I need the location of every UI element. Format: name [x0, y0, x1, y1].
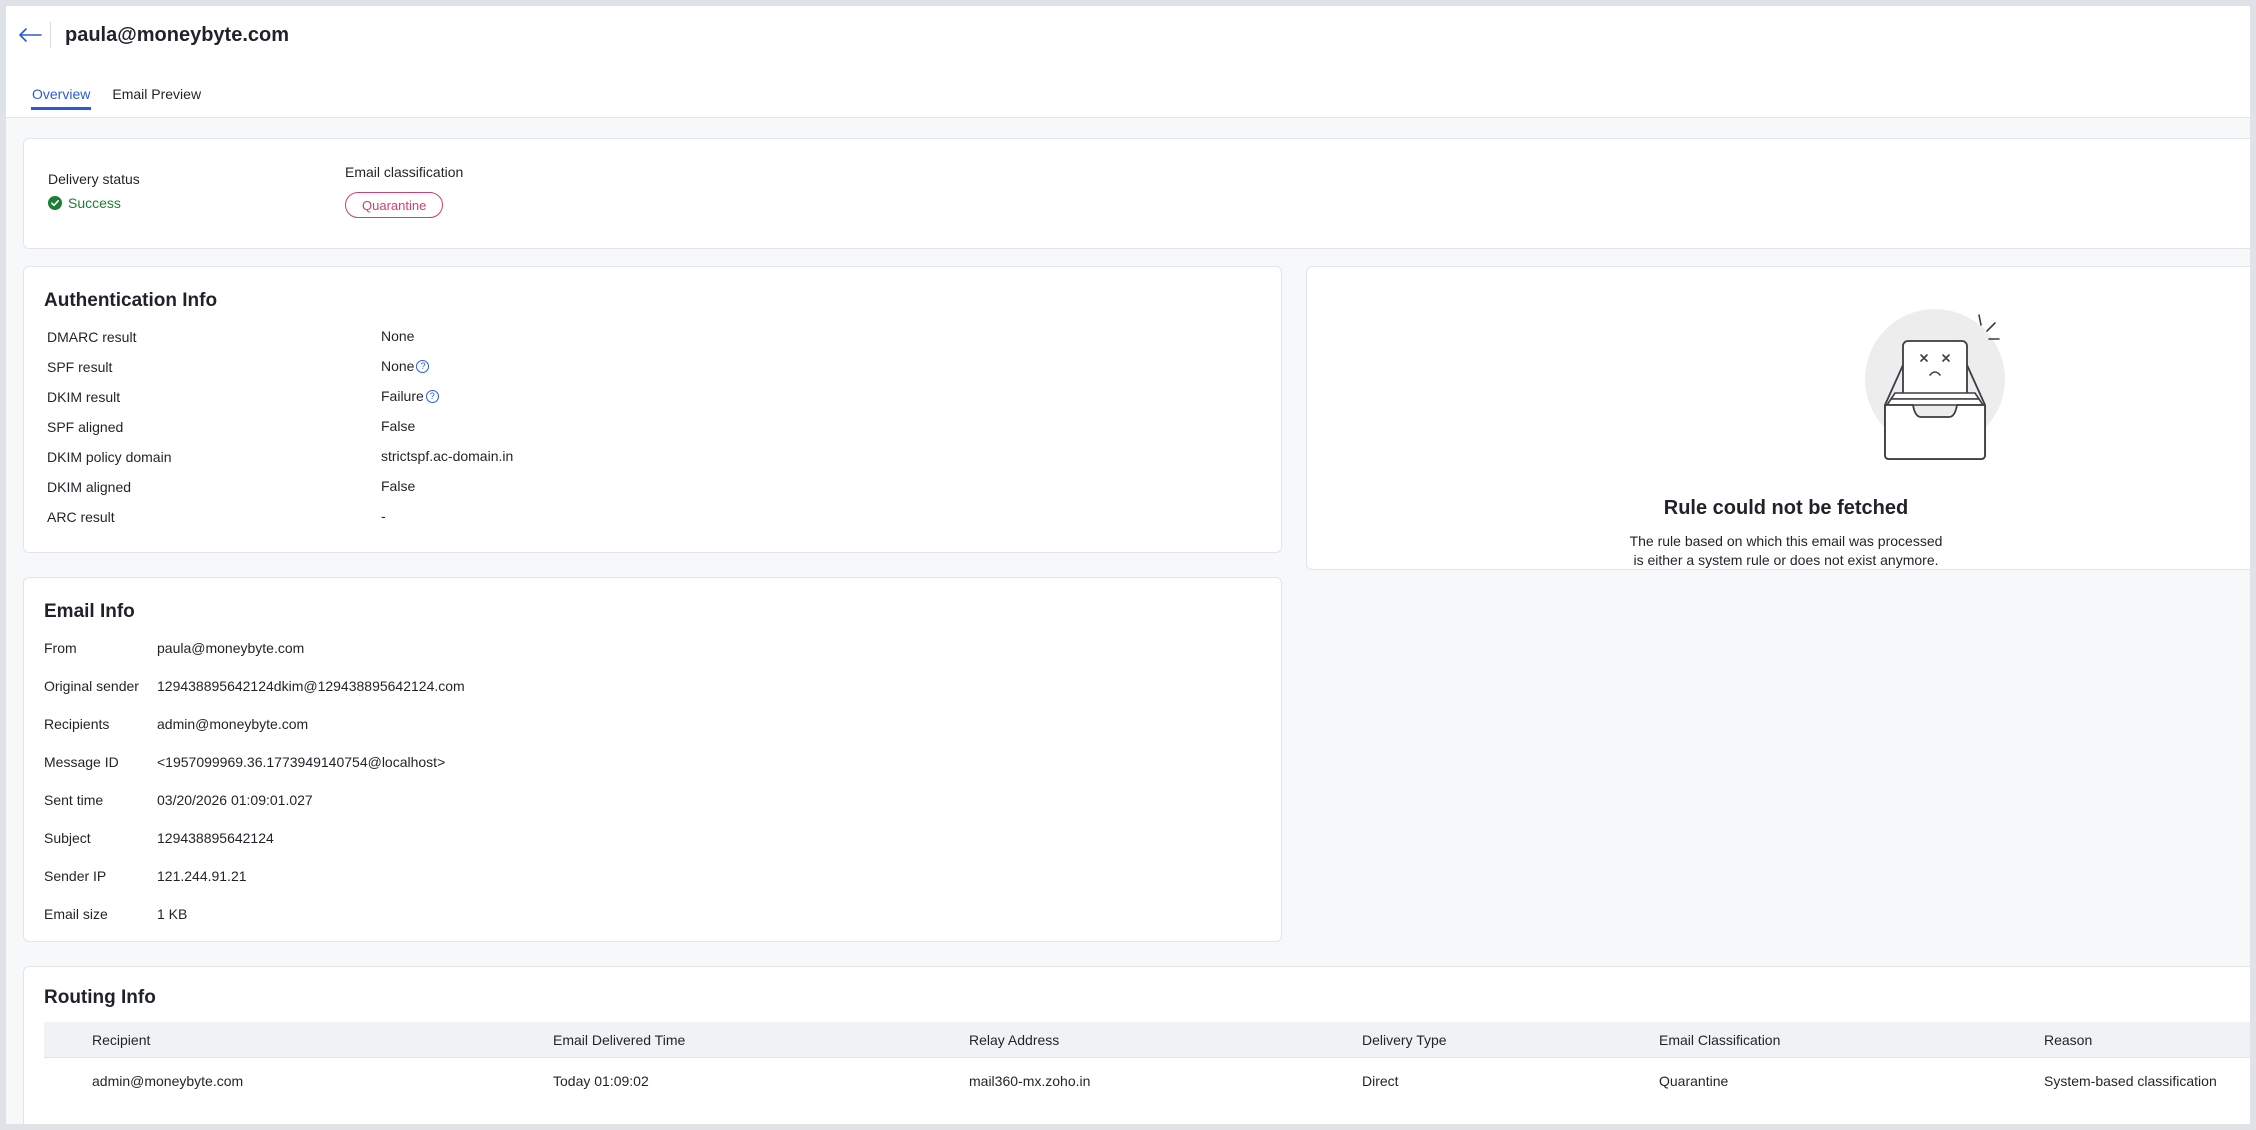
- delivery-status-text: Success: [68, 195, 121, 211]
- email-info-title: Email Info: [44, 601, 135, 622]
- auth-key: SPF result: [47, 359, 113, 375]
- email-key: From: [44, 640, 77, 656]
- empty-inbox-illustration: [1865, 309, 2005, 460]
- auth-key: DKIM result: [47, 389, 121, 405]
- column-header-delivery-type[interactable]: Delivery Type: [1362, 1032, 1447, 1048]
- routing-title: Routing Info: [44, 987, 156, 1008]
- tab-email-preview[interactable]: Email Preview: [111, 86, 202, 110]
- auth-value-text: strictspf.ac-domain.in: [381, 448, 514, 464]
- page-title: paula@moneybyte.com: [65, 24, 290, 46]
- auth-value: None?: [381, 358, 430, 374]
- email-key: Message ID: [44, 754, 119, 770]
- empty-state-line-2: is either a system rule or does not exis…: [1633, 552, 1939, 568]
- email-key: Original sender: [44, 678, 139, 694]
- auth-key: DKIM aligned: [47, 479, 132, 495]
- email-info-card: Email Info From paula@moneybyte.com Orig…: [23, 577, 1282, 942]
- auth-value-text: None: [381, 358, 415, 374]
- empty-state-line-1: The rule based on which this email was p…: [1629, 533, 1943, 549]
- title-divider: [50, 22, 51, 48]
- rule-card: Rule could not be fetched The rule based…: [1306, 266, 2250, 570]
- auth-value: strictspf.ac-domain.in: [381, 448, 513, 464]
- auth-key: DKIM policy domain: [47, 449, 172, 465]
- cell-delivered-time: Today 01:09:02: [553, 1073, 649, 1089]
- column-header-email-classification[interactable]: Email Classification: [1659, 1032, 1780, 1048]
- help-icon[interactable]: ?: [425, 389, 439, 403]
- tab-overview[interactable]: Overview: [31, 86, 92, 110]
- cell-delivery-type: Direct: [1362, 1073, 1399, 1089]
- column-header-reason[interactable]: Reason: [2044, 1032, 2092, 1048]
- email-key: Subject: [44, 830, 91, 846]
- cell-relay-address: mail360-mx.zoho.in: [969, 1073, 1091, 1089]
- empty-state-title: Rule could not be fetched: [1663, 497, 1909, 519]
- cell-recipient: admin@moneybyte.com: [92, 1073, 244, 1089]
- email-value: admin@moneybyte.com: [157, 716, 309, 732]
- auth-value: Failure?: [381, 388, 439, 404]
- auth-value: -: [381, 508, 386, 524]
- email-key: Sent time: [44, 792, 104, 808]
- check-circle-icon: [48, 196, 62, 210]
- auth-value: False: [381, 478, 415, 494]
- email-value: 129438895642124dkim@129438895642124.com: [157, 678, 465, 694]
- auth-value-text: -: [381, 508, 386, 524]
- auth-value-text: False: [381, 418, 416, 434]
- auth-value: None: [381, 328, 414, 344]
- authentication-card: Authentication Info DMARC result None SP…: [23, 266, 1282, 553]
- email-classification-label: Email classification: [345, 164, 464, 180]
- help-icon[interactable]: ?: [416, 359, 430, 373]
- routing-card: Routing Info Recipient Email Delivered T…: [23, 966, 2250, 1124]
- empty-state-description: The rule based on which this email was p…: [1307, 532, 2250, 570]
- email-value: 1 KB: [157, 906, 188, 922]
- email-key: Recipients: [44, 716, 110, 732]
- delivery-status-label: Delivery status: [48, 171, 140, 187]
- auth-value-text: False: [381, 478, 416, 494]
- email-key: Sender IP: [44, 868, 107, 884]
- email-value: <1957099969.36.1773949140754@localhost>: [157, 754, 446, 770]
- authentication-title: Authentication Info: [44, 290, 218, 311]
- email-key: Email size: [44, 906, 108, 922]
- header: paula@moneybyte.com Overview Email Previ…: [6, 6, 2250, 118]
- auth-key: DMARC result: [47, 329, 137, 345]
- auth-value-text: None: [381, 328, 415, 344]
- cell-email-classification: Quarantine: [1659, 1073, 1729, 1089]
- back-button[interactable]: [16, 22, 44, 48]
- routing-table-header: Recipient Email Delivered Time Relay Add…: [44, 1022, 2250, 1058]
- classification-badge: Quarantine: [345, 192, 444, 218]
- email-value: 129438895642124: [157, 830, 274, 846]
- tab-bar: Overview Email Preview: [31, 86, 202, 110]
- delivery-card: Delivery status Success Email classifica…: [23, 138, 2250, 249]
- column-header-recipient[interactable]: Recipient: [92, 1032, 150, 1048]
- app-window: paula@moneybyte.com Overview Email Previ…: [6, 6, 2250, 1124]
- email-value: 03/20/2026 01:09:01.027: [157, 792, 313, 808]
- auth-key: ARC result: [47, 509, 115, 525]
- auth-value-text: Failure: [381, 388, 424, 404]
- email-value: 121.244.91.21: [157, 868, 247, 884]
- arrow-left-icon: [19, 28, 42, 42]
- delivery-status-value: Success: [48, 195, 121, 211]
- auth-value: False: [381, 418, 415, 434]
- cell-reason: System-based classification: [2044, 1073, 2217, 1089]
- auth-key: SPF aligned: [47, 419, 124, 435]
- column-header-delivered-time[interactable]: Email Delivered Time: [553, 1032, 685, 1048]
- email-value: paula@moneybyte.com: [157, 640, 305, 656]
- column-header-relay-address[interactable]: Relay Address: [969, 1032, 1059, 1048]
